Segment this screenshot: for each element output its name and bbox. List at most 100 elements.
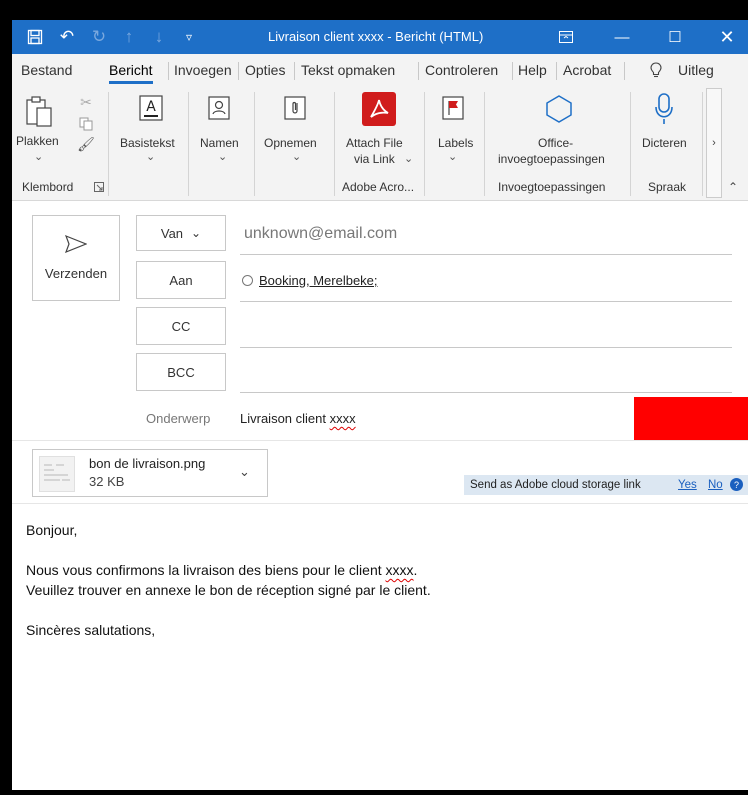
bcc-underline[interactable]	[240, 392, 732, 393]
svg-text:A: A	[146, 99, 156, 115]
dialog-launcher-icon[interactable]	[92, 180, 106, 194]
tab-separator	[418, 62, 419, 80]
ribbon-display-options-icon[interactable]	[543, 20, 589, 54]
group-label-addins: Invoegtoepassingen	[498, 180, 606, 194]
cut-icon[interactable]: ✂	[76, 92, 96, 112]
attach-file-link-dropdown-icon[interactable]: ⌄	[404, 152, 413, 165]
office-addins-label-2[interactable]: invoegtoepassingen	[498, 152, 605, 166]
include-dropdown-icon[interactable]: ⌄	[292, 150, 301, 163]
attachment-size: 32 KB	[89, 474, 125, 489]
tab-bericht[interactable]: Bericht	[109, 62, 153, 84]
compose-header: Verzenden Van ⌄ unknown@email.com Aan Bo…	[12, 201, 748, 461]
ribbon-scroll-right-icon[interactable]: ›	[706, 88, 722, 198]
ribbon: Plakken ⌄ ✂ 🖌 Klembord A Basistekst ⌄ Na…	[12, 86, 748, 201]
subject-input[interactable]: Livraison client xxxx	[240, 411, 356, 426]
tab-bestand[interactable]: Bestand	[21, 62, 72, 78]
lightbulb-icon[interactable]	[650, 62, 662, 81]
message-body[interactable]: Bonjour, Nous vous confirmons la livrais…	[26, 520, 431, 640]
ribbon-separator	[254, 92, 255, 196]
tags-dropdown-icon[interactable]: ⌄	[448, 150, 457, 163]
title-bar: ↶ ↻ ↑ ↓ ▿ Livraison client xxxx - Berich…	[12, 20, 748, 54]
tab-controleren[interactable]: Controleren	[425, 62, 498, 78]
paste-button-label[interactable]: Plakken	[16, 134, 59, 148]
address-book-icon[interactable]	[206, 94, 232, 122]
format-painter-icon[interactable]: 🖌	[76, 134, 96, 154]
tab-tekst-opmaken[interactable]: Tekst opmaken	[301, 62, 395, 78]
dictate-label[interactable]: Dicteren	[642, 136, 687, 150]
paste-icon[interactable]	[20, 94, 60, 128]
send-icon	[64, 234, 88, 256]
from-underline	[240, 254, 732, 255]
subject-misspelled-word: xxxx	[329, 411, 356, 426]
subject-label: Onderwerp	[146, 411, 211, 426]
collapse-ribbon-icon[interactable]: ⌃	[724, 178, 742, 196]
send-button[interactable]: Verzenden	[32, 215, 120, 301]
tab-invoegen[interactable]: Invoegen	[174, 62, 232, 78]
ribbon-separator	[484, 92, 485, 196]
window-title: Livraison client xxxx - Bericht (HTML)	[268, 29, 484, 44]
redaction-block	[634, 397, 748, 441]
to-recipient[interactable]: Booking, Merelbeke;	[242, 273, 378, 288]
attachment-bar: bon de livraison.png 32 KB ⌄ Send as Ado…	[12, 440, 748, 504]
customize-qat-icon[interactable]: ▿	[178, 26, 200, 48]
to-recipient-name: Booking, Merelbeke;	[259, 273, 378, 288]
flag-icon[interactable]	[440, 94, 466, 122]
tell-me-search[interactable]: Uitleg	[678, 62, 714, 78]
from-button[interactable]: Van ⌄	[136, 215, 226, 251]
microphone-icon[interactable]	[652, 90, 676, 128]
body-closing: Sincères salutations,	[26, 622, 156, 638]
bcc-button[interactable]: BCC	[136, 353, 226, 391]
copy-icon[interactable]	[76, 114, 96, 134]
tab-opties[interactable]: Opties	[245, 62, 285, 78]
group-label-speech: Spraak	[648, 180, 687, 194]
adobe-cloud-prompt: Send as Adobe cloud storage link	[470, 479, 641, 491]
attachment-dropdown-icon[interactable]: ⌄	[239, 464, 250, 480]
to-button[interactable]: Aan	[136, 261, 226, 299]
to-underline	[240, 301, 732, 302]
tab-separator	[168, 62, 169, 80]
minimize-button[interactable]: —	[599, 20, 645, 54]
body-misspelled-word: xxxx	[385, 562, 414, 578]
attach-file-link-label-2[interactable]: via Link	[354, 152, 395, 166]
cloud-link-no[interactable]: No	[708, 479, 723, 491]
basic-text-dropdown-icon[interactable]: ⌄	[146, 150, 155, 163]
attach-icon[interactable]	[282, 94, 308, 122]
close-button[interactable]: ✕	[704, 20, 748, 54]
undo-icon[interactable]: ↶	[56, 26, 78, 48]
attachment-thumbnail-icon	[39, 456, 75, 492]
group-label-adobe: Adobe Acro...	[342, 180, 415, 194]
names-dropdown-icon[interactable]: ⌄	[218, 150, 227, 163]
attach-file-link-label-1[interactable]: Attach File	[346, 136, 403, 150]
tab-separator	[512, 62, 513, 80]
paste-dropdown-icon[interactable]: ⌄	[34, 150, 43, 163]
cc-underline[interactable]	[240, 347, 732, 348]
up-arrow-icon[interactable]: ↑	[118, 26, 140, 48]
tab-acrobat[interactable]: Acrobat	[563, 62, 611, 78]
basic-text-icon[interactable]: A	[138, 94, 164, 122]
office-addins-icon[interactable]	[542, 92, 576, 126]
redo-icon[interactable]: ↻	[88, 26, 110, 48]
attachment-name: bon de livraison.png	[89, 456, 206, 471]
ribbon-separator	[108, 92, 109, 196]
down-arrow-icon[interactable]: ↓	[148, 26, 170, 48]
adobe-acrobat-icon[interactable]	[362, 92, 396, 126]
tags-label[interactable]: Labels	[438, 136, 473, 150]
cloud-link-yes[interactable]: Yes	[678, 479, 697, 491]
names-label[interactable]: Namen	[200, 136, 239, 150]
body-greeting: Bonjour,	[26, 522, 78, 538]
cc-button[interactable]: CC	[136, 307, 226, 345]
tab-separator	[624, 62, 625, 80]
attachment-card[interactable]: bon de livraison.png 32 KB ⌄	[32, 449, 268, 497]
ribbon-separator	[334, 92, 335, 196]
include-label[interactable]: Opnemen	[264, 136, 317, 150]
save-icon[interactable]	[24, 26, 46, 48]
office-addins-label-1[interactable]: Office-	[538, 136, 573, 150]
outlook-compose-window: ↶ ↻ ↑ ↓ ▿ Livraison client xxxx - Berich…	[12, 20, 748, 790]
maximize-button[interactable]: ☐	[652, 20, 698, 54]
ribbon-tabs: Bestand Bericht Invoegen Opties Tekst op…	[12, 54, 748, 86]
help-icon[interactable]: ?	[730, 478, 743, 491]
basic-text-label[interactable]: Basistekst	[120, 136, 175, 150]
body-line-1-end: .	[413, 562, 418, 578]
ribbon-separator	[424, 92, 425, 196]
tab-help[interactable]: Help	[518, 62, 547, 78]
